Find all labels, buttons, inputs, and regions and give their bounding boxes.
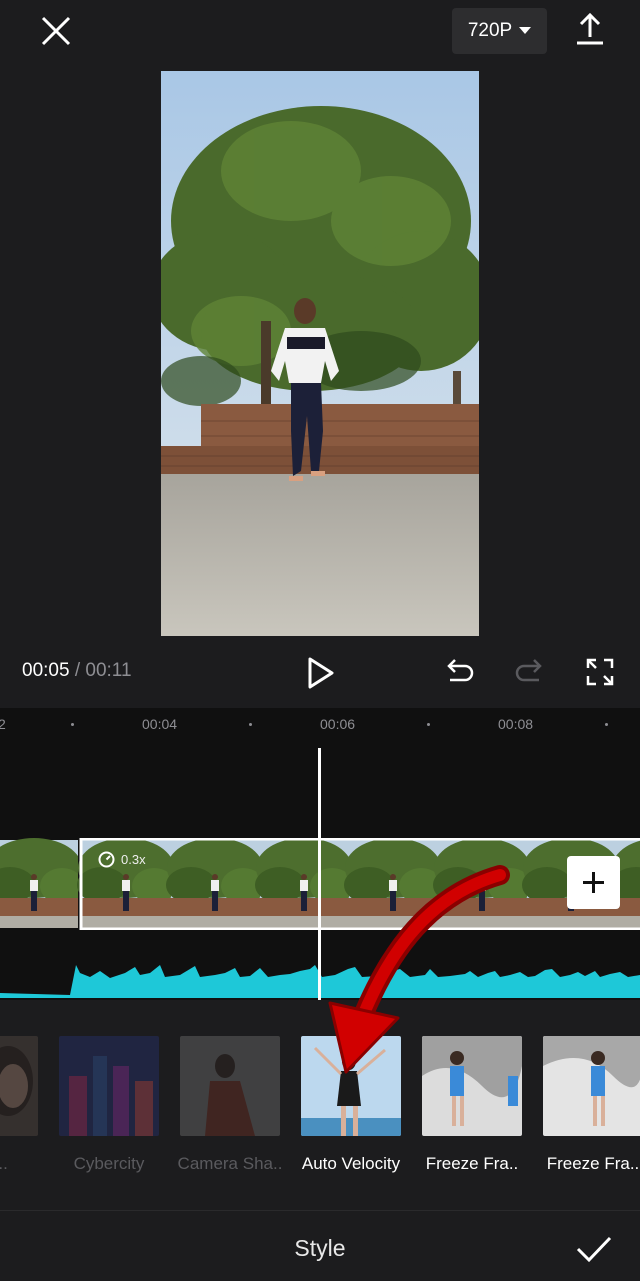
add-clip-button[interactable]: [567, 856, 620, 909]
confirm-button[interactable]: [574, 1231, 614, 1267]
checkmark-icon: [576, 1236, 612, 1263]
timecode: 00:05 / 00:11: [22, 660, 132, 682]
style-label: Auto Velocity: [301, 1154, 401, 1173]
ruler-label: 00:04: [142, 716, 178, 732]
style-thumbnail: [301, 1036, 401, 1136]
video-preview[interactable]: [161, 71, 479, 636]
style-item[interactable]: Camera Sha..: [178, 1036, 282, 1174]
close-icon: [41, 16, 71, 46]
ruler-tick: [605, 723, 608, 726]
export-button[interactable]: [570, 10, 610, 50]
total-time: 00:11: [85, 660, 132, 681]
plus-icon: [583, 872, 604, 893]
style-thumbnail: [543, 1036, 640, 1136]
play-button[interactable]: [303, 654, 339, 692]
ruler-tick: [249, 723, 252, 726]
ruler-label: 2: [0, 716, 6, 732]
style-thumbnail: [0, 1036, 38, 1136]
style-item-selected[interactable]: Auto Velocity: [301, 1036, 401, 1174]
current-time: 00:05: [22, 660, 70, 681]
caret-down-icon: [519, 27, 532, 34]
style-item[interactable]: Freeze Fra..: [543, 1036, 640, 1174]
style-label: Freeze Fra..: [425, 1154, 519, 1173]
upload-icon: [577, 12, 603, 45]
style-item[interactable]: Bou..: [0, 1036, 38, 1174]
timeline[interactable]: 2 00:04 00:06 00:08 0.3x: [0, 708, 640, 1000]
undo-icon: [447, 659, 474, 682]
clip-speed: 0.3x: [121, 852, 146, 867]
style-item[interactable]: Cybercity: [59, 1036, 159, 1174]
ruler-tick: [71, 723, 74, 726]
speedometer-icon: [98, 851, 115, 868]
style-thumbnail: [422, 1036, 522, 1136]
style-label: Camera Sha..: [177, 1154, 283, 1173]
style-list[interactable]: Bou.. Cybercity Camera Sha..: [0, 1000, 640, 1210]
fullscreen-icon: [586, 658, 614, 686]
bottom-bar: Style: [0, 1210, 640, 1281]
ruler-label: 00:08: [498, 716, 534, 732]
redo-icon: [515, 659, 542, 682]
resolution-dropdown[interactable]: 720P: [452, 8, 547, 54]
panel-title: Style: [294, 1235, 346, 1261]
style-label: Freeze Fra..: [546, 1154, 640, 1173]
redo-button[interactable]: [512, 654, 548, 690]
fullscreen-button[interactable]: [582, 654, 618, 690]
ruler-label: 00:06: [320, 716, 356, 732]
time-separator: /: [74, 660, 81, 681]
playhead[interactable]: [318, 748, 321, 1000]
speed-badge: 0.3x: [98, 851, 146, 868]
preview-frame: [161, 71, 479, 636]
style-label: Cybercity: [73, 1154, 145, 1173]
close-button[interactable]: [32, 10, 80, 54]
undo-button[interactable]: [441, 654, 477, 690]
style-item[interactable]: Freeze Fra..: [422, 1036, 522, 1174]
ruler-tick: [427, 723, 430, 726]
play-icon: [308, 657, 334, 689]
resolution-label: 720P: [467, 20, 513, 41]
style-thumbnail: [59, 1036, 159, 1136]
style-thumbnail: [180, 1036, 280, 1136]
